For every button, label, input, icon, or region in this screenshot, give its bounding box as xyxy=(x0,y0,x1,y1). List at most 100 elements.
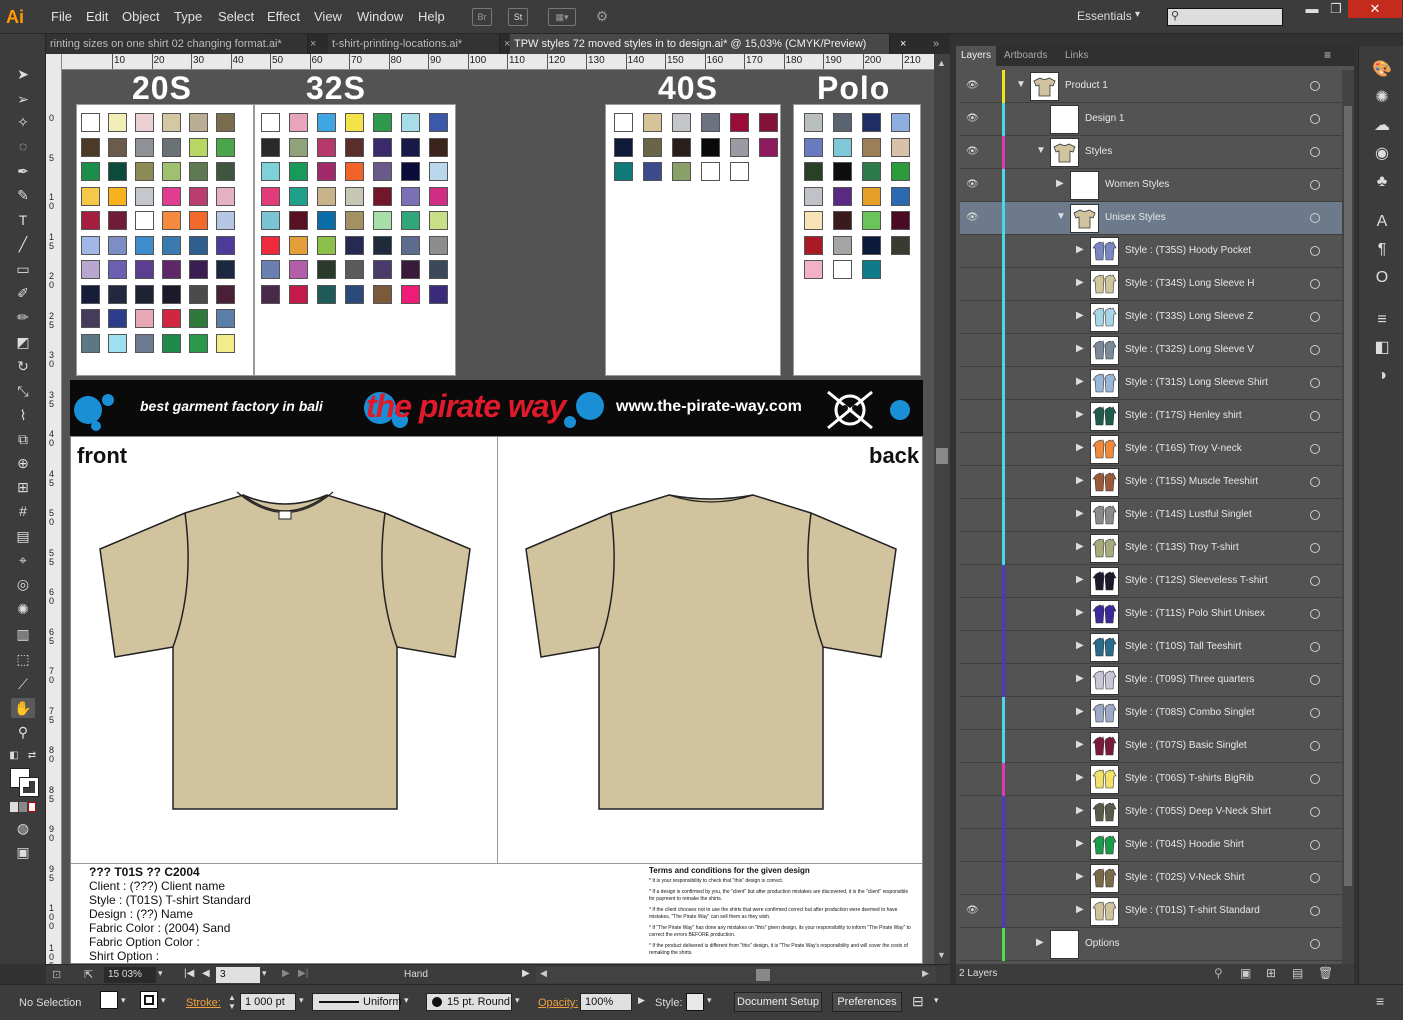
expand-toggle-icon[interactable]: ▶ xyxy=(1076,541,1084,552)
scroll-down-icon[interactable]: ▼ xyxy=(937,950,946,960)
paintbrush-tool-icon[interactable]: ✐ xyxy=(11,283,35,303)
perspective-grid-tool-icon[interactable]: ⊞ xyxy=(11,477,35,497)
layer-row[interactable]: ▶ Style : (T16S) Troy V-neck xyxy=(960,433,1342,466)
color-20s-swatch[interactable] xyxy=(108,211,127,230)
menu-file[interactable]: File xyxy=(51,9,72,24)
column-graph-tool-icon[interactable]: ▥ xyxy=(11,624,35,644)
color-40s-swatch[interactable] xyxy=(730,113,749,132)
color-32s-swatch[interactable] xyxy=(401,235,420,255)
layer-row[interactable]: ▶ Style : (T11S) Polo Shirt Unisex xyxy=(960,598,1342,631)
layer-target-icon[interactable] xyxy=(1310,741,1320,751)
color-20s-swatch[interactable] xyxy=(216,211,235,230)
share-icon[interactable]: ⇱ xyxy=(84,968,93,981)
color-20s-swatch[interactable] xyxy=(108,113,127,132)
color-20s-swatch[interactable] xyxy=(162,260,181,279)
color-32s-swatch[interactable] xyxy=(373,260,392,279)
color-20s-swatch[interactable] xyxy=(81,162,100,181)
color-20s-swatch[interactable] xyxy=(189,260,208,279)
brand-banner[interactable]: best garment factory in bali the pirate … xyxy=(70,380,923,436)
canvas-vertical-scrollbar[interactable]: ▲ ▼ xyxy=(934,54,950,964)
color-32s-swatch[interactable] xyxy=(317,235,336,255)
width-tool-icon[interactable]: ⌇ xyxy=(11,405,35,425)
opacity-label[interactable]: Opacity: xyxy=(538,997,578,1009)
color-40s-swatch[interactable] xyxy=(701,162,720,181)
color-32s-swatch[interactable] xyxy=(317,260,336,279)
color-32s-swatch[interactable] xyxy=(289,162,308,181)
layer-row[interactable]: ▶ Style : (T33S) Long Sleeve Z xyxy=(960,301,1342,334)
color-chart-32s[interactable] xyxy=(254,104,456,376)
stroke-weight-field[interactable]: 1 000 pt xyxy=(240,993,296,1011)
layer-target-icon[interactable] xyxy=(1310,576,1320,586)
symbols-panel-icon[interactable]: ♣ xyxy=(1371,172,1393,192)
artboard-canvas[interactable]: 20S 32S 40S Polo best garment factory in… xyxy=(62,70,934,964)
expand-toggle-icon[interactable]: ▼ xyxy=(1016,79,1026,90)
expand-toggle-icon[interactable]: ▶ xyxy=(1076,640,1084,651)
visibility-eye-icon[interactable] xyxy=(966,443,978,453)
color-32s-swatch[interactable] xyxy=(345,284,364,304)
color-32s-swatch[interactable] xyxy=(429,113,448,132)
color-20s-swatch[interactable] xyxy=(189,211,208,230)
next-artboard-icon[interactable]: ▶ xyxy=(282,968,290,979)
layer-row[interactable]: ▶ Style : (T13S) Troy T-shirt xyxy=(960,532,1342,565)
color-32s-swatch[interactable] xyxy=(261,235,280,255)
expand-toggle-icon[interactable]: ▶ xyxy=(1076,310,1084,321)
visibility-eye-icon[interactable] xyxy=(966,410,978,420)
color-polo-swatch[interactable] xyxy=(891,137,910,157)
color-20s-swatch[interactable] xyxy=(135,186,154,206)
color-20s-swatch[interactable] xyxy=(189,137,208,157)
color-32s-swatch[interactable] xyxy=(429,235,448,255)
layer-target-icon[interactable] xyxy=(1310,180,1320,190)
swatches-panel-icon[interactable]: ◉ xyxy=(1371,144,1393,164)
tab-document-active[interactable]: TPW styles 72 moved styles in to design.… xyxy=(510,34,890,54)
workspace-switcher[interactable]: Essentials xyxy=(1077,9,1132,23)
color-polo-swatch[interactable] xyxy=(804,186,823,206)
visibility-eye-icon[interactable] xyxy=(966,872,978,882)
expand-toggle-icon[interactable]: ▶ xyxy=(1076,673,1084,684)
color-40s-swatch[interactable] xyxy=(730,162,749,181)
expand-toggle-icon[interactable]: ▶ xyxy=(1076,376,1084,387)
expand-toggle-icon[interactable]: ▶ xyxy=(1076,772,1084,783)
slice-tool-icon[interactable]: ⟋ xyxy=(11,674,35,694)
color-32s-swatch[interactable] xyxy=(401,137,420,157)
tab-close-icon[interactable]: × xyxy=(310,34,316,54)
color-20s-swatch[interactable] xyxy=(216,309,235,328)
graphic-style-swatch[interactable] xyxy=(686,993,704,1011)
expand-toggle-icon[interactable]: ▶ xyxy=(1076,706,1084,717)
color-32s-swatch[interactable] xyxy=(317,162,336,181)
visibility-eye-icon[interactable] xyxy=(966,740,978,750)
color-polo-swatch[interactable] xyxy=(804,113,823,132)
type-tool-icon[interactable]: T xyxy=(11,210,35,230)
stock-button[interactable]: St xyxy=(508,8,528,26)
layer-target-icon[interactable] xyxy=(1310,114,1320,124)
color-20s-swatch[interactable] xyxy=(108,333,127,353)
color-polo-swatch[interactable] xyxy=(891,186,910,206)
curvature-tool-icon[interactable]: ✎ xyxy=(11,185,35,205)
layer-row[interactable]: ▶ Style : (T04S) Hoodie Shirt xyxy=(960,829,1342,862)
layer-target-icon[interactable] xyxy=(1310,873,1320,883)
color-polo-swatch[interactable] xyxy=(833,113,852,132)
color-20s-swatch[interactable] xyxy=(216,235,235,255)
gpu-performance-icon[interactable]: ⚙ xyxy=(592,8,612,26)
stroke-swatch[interactable] xyxy=(140,991,158,1009)
color-32s-swatch[interactable] xyxy=(261,113,280,132)
color-20s-swatch[interactable] xyxy=(162,113,181,132)
color-polo-swatch[interactable] xyxy=(862,186,881,206)
visibility-eye-icon[interactable] xyxy=(966,245,978,255)
variable-width-profile-field[interactable]: Uniform xyxy=(312,993,402,1011)
layers-scroll-thumb[interactable] xyxy=(1344,106,1352,886)
color-20s-swatch[interactable] xyxy=(81,211,100,230)
color-20s-swatch[interactable] xyxy=(135,333,154,353)
expand-toggle-icon[interactable]: ▶ xyxy=(1076,904,1084,915)
layer-target-icon[interactable] xyxy=(1310,708,1320,718)
color-32s-swatch[interactable] xyxy=(317,186,336,206)
color-32s-swatch[interactable] xyxy=(401,162,420,181)
tab-artboards[interactable]: Artboards xyxy=(999,46,1052,66)
color-20s-swatch[interactable] xyxy=(162,284,181,304)
color-20s-swatch[interactable] xyxy=(216,113,235,132)
color-20s-swatch[interactable] xyxy=(189,333,208,353)
paragraph-panel-icon[interactable]: ¶ xyxy=(1371,240,1393,260)
visibility-eye-icon[interactable]: 👁 xyxy=(966,113,979,124)
expand-toggle-icon[interactable]: ▶ xyxy=(1056,178,1064,189)
layers-panel-menu-icon[interactable]: ≡ xyxy=(1324,48,1331,62)
zoom-dropdown-icon[interactable]: ▾ xyxy=(158,968,163,979)
